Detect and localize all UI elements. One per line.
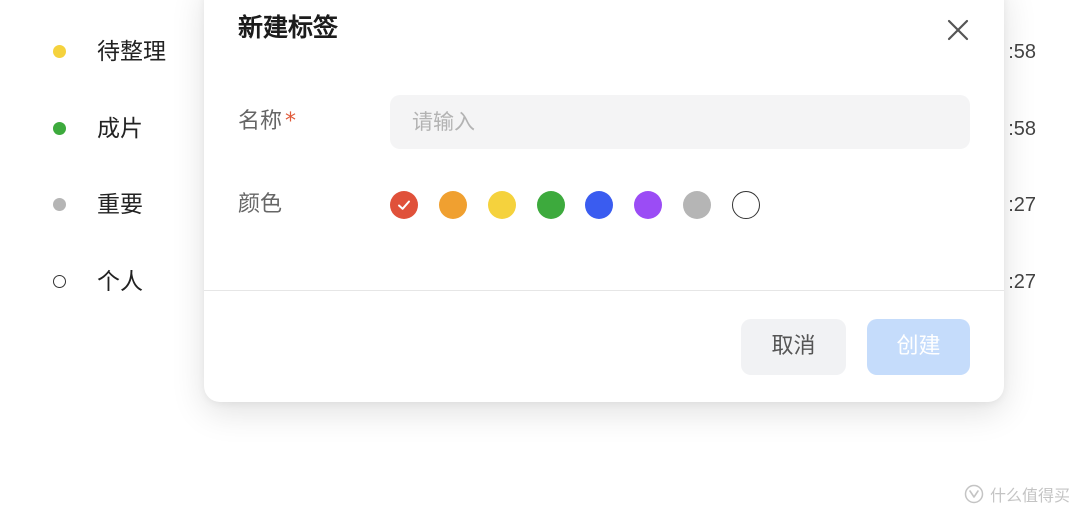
tag-label: 成片	[97, 116, 143, 142]
color-option-yellow[interactable]	[488, 191, 516, 219]
close-button[interactable]	[946, 18, 970, 42]
required-mark: *	[285, 109, 297, 134]
dialog-divider	[204, 290, 1004, 291]
color-picker	[390, 191, 790, 219]
smzdm-logo-icon	[964, 484, 984, 504]
watermark: 什么值得买	[964, 482, 1070, 506]
color-option-orange[interactable]	[439, 191, 467, 219]
tag-time: :27	[1008, 194, 1036, 216]
color-option-white[interactable]	[732, 191, 760, 219]
color-field-label: 颜色	[238, 192, 283, 217]
tag-label: 重要	[97, 192, 143, 218]
tag-time: :27	[1008, 271, 1036, 293]
cancel-button[interactable]: 取消	[741, 319, 846, 375]
dialog-title: 新建标签	[238, 13, 339, 42]
check-icon	[398, 200, 410, 210]
tag-label: 个人	[97, 269, 143, 295]
create-button[interactable]: 创建	[867, 319, 970, 375]
name-input[interactable]	[390, 95, 970, 149]
tag-time: :58	[1008, 118, 1036, 140]
color-option-purple[interactable]	[634, 191, 662, 219]
tag-color-dot	[53, 275, 66, 288]
color-option-green[interactable]	[537, 191, 565, 219]
close-icon	[947, 19, 969, 41]
color-option-blue[interactable]	[585, 191, 613, 219]
name-label-text: 名称	[238, 109, 283, 134]
color-option-gray[interactable]	[683, 191, 711, 219]
tag-color-dot	[53, 198, 66, 211]
color-option-red[interactable]	[390, 191, 418, 219]
tag-color-dot	[53, 45, 66, 58]
watermark-text: 什么值得买	[989, 486, 1070, 505]
tag-label: 待整理	[97, 39, 166, 65]
new-tag-dialog: 新建标签 名称* 颜色 取消 创建	[204, 0, 1004, 402]
tag-time: :58	[1008, 41, 1036, 63]
name-field-label: 名称 *	[238, 108, 296, 136]
tag-color-dot	[53, 122, 66, 135]
